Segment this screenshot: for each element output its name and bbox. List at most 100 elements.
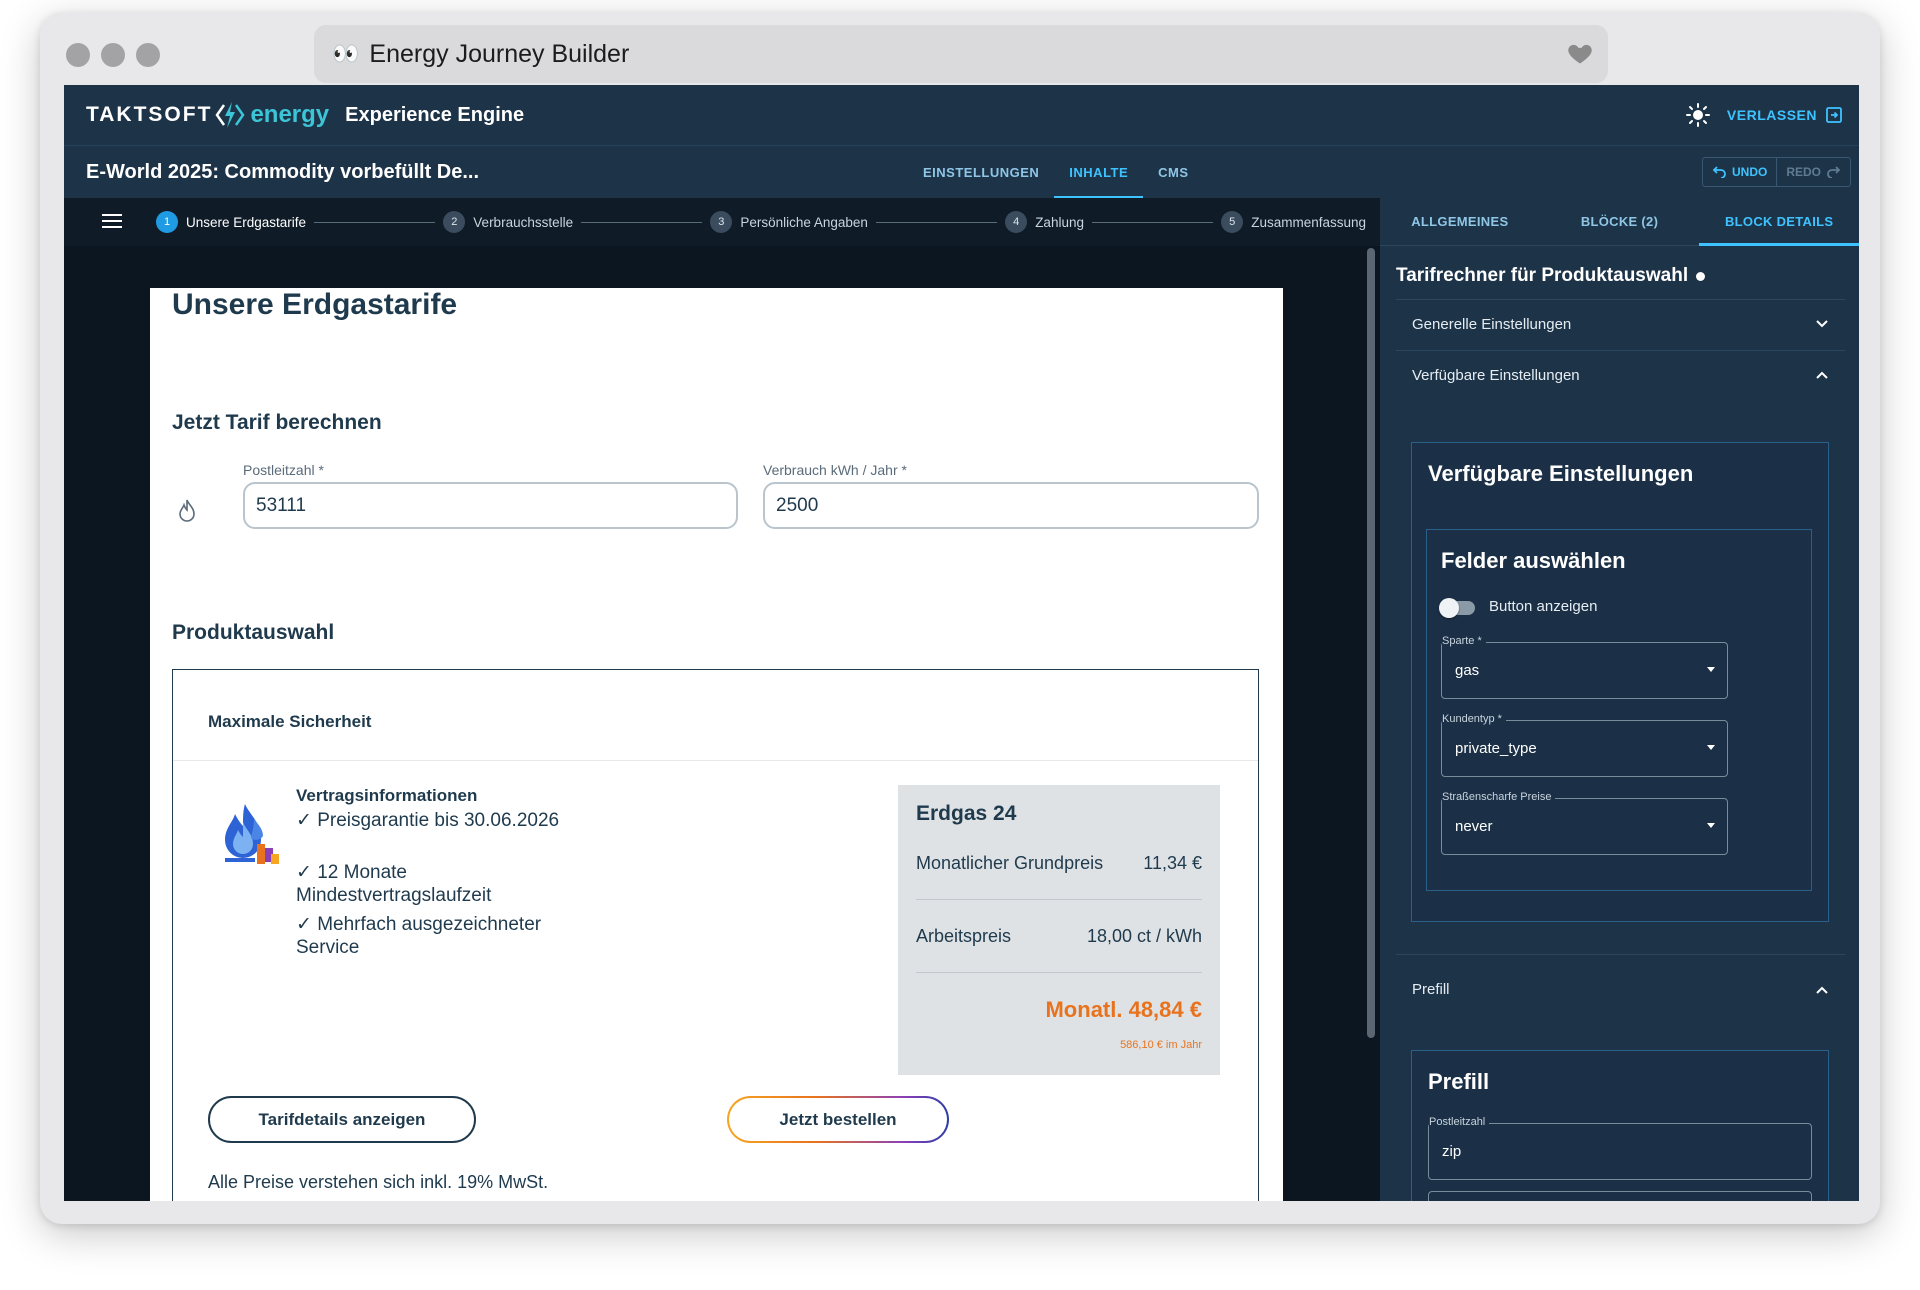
heart-icon[interactable] — [1566, 39, 1594, 67]
accordion-label: Prefill — [1412, 981, 1450, 998]
address-bar[interactable]: 👀 Energy Journey Builder — [314, 25, 1608, 83]
eyes-icon: 👀 — [332, 41, 359, 66]
canvas-scrollbar[interactable] — [1367, 248, 1375, 1038]
accordion-prefill[interactable]: Prefill — [1396, 954, 1845, 1024]
settings-panel: ALLGEMEINES BLÖCKE (2) BLOCK DETAILS Tar… — [1380, 198, 1859, 1201]
product-name: Maximale Sicherheit — [173, 670, 1258, 761]
toggle-label: Button anzeigen — [1489, 598, 1598, 615]
step-5[interactable]: 5 Zusammenfassung — [1221, 211, 1366, 233]
logo-energy: energy — [250, 101, 330, 128]
monthly-total: Monatl. 48,84 € — [1045, 997, 1202, 1022]
gas-flame-icon — [225, 804, 279, 864]
editor-toolbar: E-World 2025: Commodity vorbefüllt De...… — [64, 145, 1859, 199]
stepper-steps: 1 Unsere Erdgastarife 2 Verbrauchsstelle… — [156, 198, 1366, 246]
select-label: Straßenscharfe Preise — [1442, 791, 1556, 803]
theme-toggle-icon[interactable] — [1685, 102, 1711, 128]
field-value: zip — [1442, 1143, 1462, 1160]
kundentyp-select[interactable]: Kundentyp * private_type — [1441, 713, 1728, 777]
tab-bloecke[interactable]: BLÖCKE (2) — [1540, 198, 1700, 245]
order-button-label: Jetzt bestellen — [729, 1098, 947, 1141]
select-value: private_type — [1455, 740, 1537, 757]
tariff-details-button[interactable]: Tarifdetails anzeigen — [208, 1096, 476, 1143]
redo-button[interactable]: REDO — [1776, 158, 1850, 186]
browser-window: 👀 Energy Journey Builder TAKTSOFT energy… — [40, 13, 1880, 1224]
usage-input[interactable]: 2500 — [763, 482, 1259, 529]
accordion-available-settings[interactable]: Verfügbare Einstellungen — [1396, 350, 1845, 400]
base-price-row: Monatlicher Grundpreis 11,34 € — [916, 853, 1202, 874]
caret-down-icon — [1707, 667, 1715, 672]
yearly-total: 586,10 € im Jahr — [1120, 1039, 1202, 1051]
select-value: gas — [1455, 662, 1480, 679]
tab-allgemeines[interactable]: ALLGEMEINES — [1380, 198, 1540, 245]
undo-button[interactable]: UNDO — [1703, 158, 1776, 186]
close-window-button[interactable] — [66, 43, 90, 67]
app-root: TAKTSOFT energy Experience Engine VERLAS… — [64, 85, 1859, 1201]
sparte-select[interactable]: Sparte * gas — [1441, 635, 1728, 699]
order-button[interactable]: Jetzt bestellen — [727, 1096, 949, 1143]
chevron-up-icon — [1816, 371, 1828, 379]
accordion-label: Verfügbare Einstellungen — [1412, 367, 1580, 384]
tab-block-details[interactable]: BLOCK DETAILS — [1699, 198, 1859, 246]
tab-inhalte[interactable]: INHALTE — [1054, 146, 1144, 199]
history-controls: UNDO REDO — [1701, 157, 1851, 187]
zip-input[interactable]: 53111 — [243, 482, 738, 529]
maximize-window-button[interactable] — [136, 43, 160, 67]
step-number: 5 — [1221, 211, 1244, 233]
usage-label: Verbrauch kWh / Jahr * — [763, 462, 907, 478]
window-controls — [66, 43, 160, 67]
journey-stepper: 1 Unsere Erdgastarife 2 Verbrauchsstelle… — [64, 198, 1380, 246]
step-2[interactable]: 2 Verbrauchsstelle — [443, 211, 573, 233]
logo-wordmark: TAKTSOFT — [86, 103, 213, 126]
caret-down-icon — [1707, 823, 1715, 828]
hamburger-menu-icon[interactable] — [102, 212, 122, 230]
exit-icon — [1826, 107, 1842, 123]
step-label: Unsere Erdgastarife — [186, 214, 307, 230]
redo-label: REDO — [1786, 165, 1821, 179]
undo-label: UNDO — [1731, 165, 1768, 179]
caret-down-icon — [1707, 745, 1715, 750]
prefill-card: Prefill Postleitzahl zip — [1411, 1050, 1829, 1201]
minimize-window-button[interactable] — [101, 43, 125, 67]
panel-tabs: ALLGEMEINES BLÖCKE (2) BLOCK DETAILS — [1380, 198, 1859, 246]
step-3[interactable]: 3 Persönliche Angaben — [710, 211, 868, 233]
step-number: 2 — [443, 211, 466, 233]
tab-einstellungen[interactable]: EINSTELLUNGEN — [908, 146, 1054, 199]
page-title: Unsere Erdgastarife — [172, 288, 458, 321]
prefill-next-field[interactable] — [1428, 1191, 1812, 1201]
editor-tabs: EINSTELLUNGEN INHALTE CMS — [908, 146, 1204, 199]
tab-cms[interactable]: CMS — [1143, 146, 1203, 199]
accordion-general-settings[interactable]: Generelle Einstellungen — [1396, 299, 1845, 349]
preview-page: Unsere Erdgastarife Jetzt Tarif berechne… — [150, 288, 1283, 1201]
document-title: E-World 2025: Commodity vorbefüllt De... — [86, 160, 480, 183]
button-toggle[interactable] — [1439, 598, 1475, 618]
zip-label: Postleitzahl * — [243, 462, 324, 478]
contract-info-title: Vertragsinformationen — [296, 786, 478, 805]
base-price-value: 11,34 € — [1143, 853, 1202, 873]
available-settings-card: Verfügbare Einstellungen Felder auswähle… — [1411, 442, 1829, 922]
tab-title: Energy Journey Builder — [369, 39, 630, 68]
vat-note: Alle Preise verstehen sich inkl. 19% MwS… — [208, 1172, 549, 1192]
step-label: Zahlung — [1035, 214, 1084, 230]
work-price-row: Arbeitspreis 18,00 ct / kWh — [916, 926, 1202, 947]
field-label: Postleitzahl — [1429, 1116, 1490, 1128]
divider — [916, 972, 1202, 973]
step-label: Zusammenfassung — [1251, 214, 1367, 230]
header-actions: VERLASSEN — [1685, 85, 1843, 145]
work-price-value: 18,00 ct / kWh — [1086, 926, 1202, 946]
contract-info-item: ✓ Preisgarantie bis 30.06.2026 — [296, 810, 560, 831]
work-price-label: Arbeitspreis — [916, 926, 1012, 946]
contract-info-item: ✓ 12 Monate Mindestvertragslaufzeit — [296, 862, 492, 906]
chevron-down-icon — [1816, 320, 1828, 328]
block-title: Tarifrechner für Produktauswahl — [1396, 265, 1706, 287]
contract-info-item: ✓ Mehrfach ausgezeichneter Service — [296, 914, 542, 958]
prefill-zip-field[interactable]: Postleitzahl zip — [1428, 1116, 1812, 1180]
strassen-preise-select[interactable]: Straßenscharfe Preise never — [1441, 791, 1728, 855]
leave-label: VERLASSEN — [1726, 107, 1817, 123]
product-card: Maximale Sicherheit Vertragsinformatione… — [172, 669, 1259, 1201]
card-title: Verfügbare Einstellungen — [1428, 461, 1694, 486]
block-title-text: Tarifrechner für Produktauswahl — [1396, 265, 1689, 286]
step-4[interactable]: 4 Zahlung — [1005, 211, 1084, 233]
step-1[interactable]: 1 Unsere Erdgastarife — [156, 211, 306, 233]
leave-button[interactable]: VERLASSEN — [1727, 106, 1843, 124]
step-label: Persönliche Angaben — [740, 214, 868, 230]
